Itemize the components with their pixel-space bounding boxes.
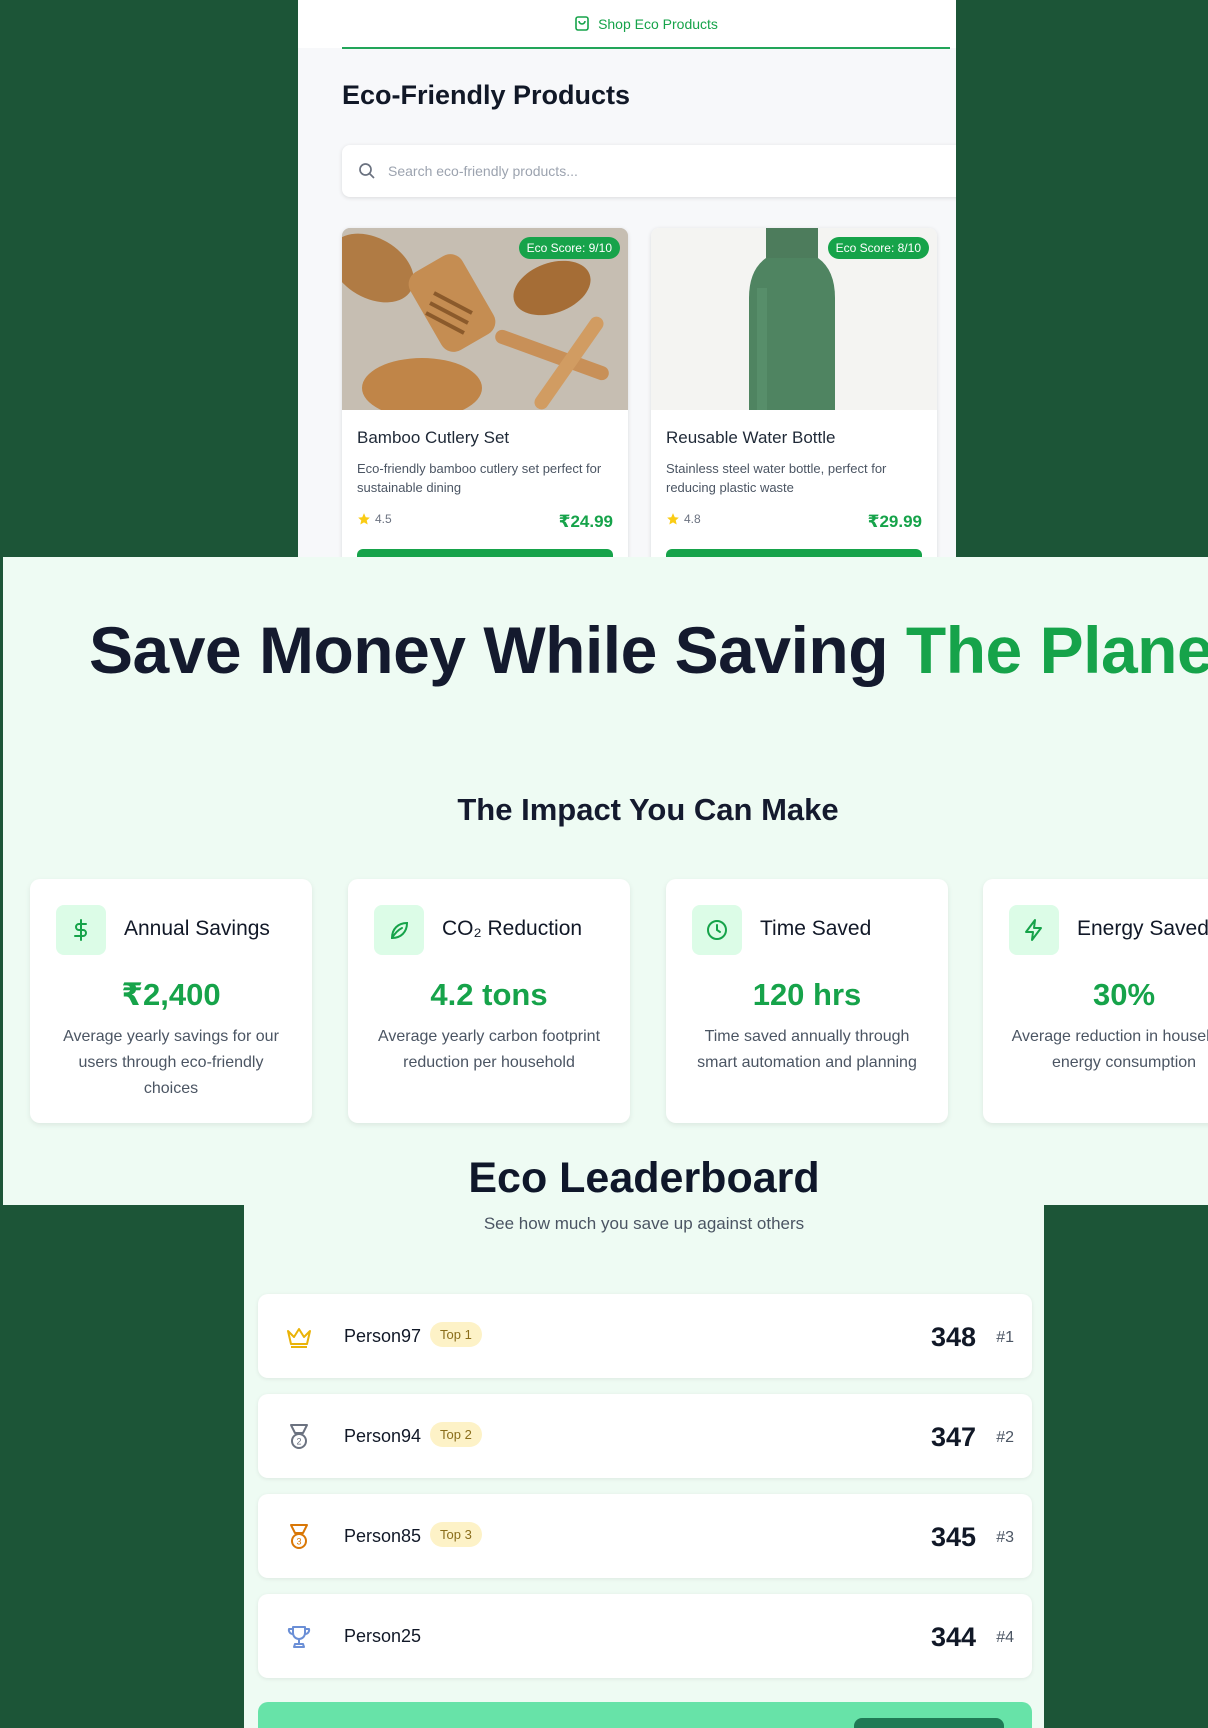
product-name: Bamboo Cutlery Set — [357, 428, 510, 447]
stat-value: 30% — [1092, 977, 1156, 1012]
stat-label: Time Saved — [760, 917, 872, 940]
clock-icon — [692, 905, 742, 955]
eco-score-badge: Eco Score: 8/10 — [827, 237, 929, 259]
top-badge: Top 2 — [430, 1422, 482, 1447]
products-panel: Shop Eco Products Eco-Friendly Products … — [298, 0, 956, 557]
top-badge: Top 1 — [430, 1322, 482, 1347]
rating-value: 4.5 — [375, 512, 392, 526]
product-card[interactable]: Eco Score: 9/10 Bamboo Cutlery Set Eco-f… — [342, 228, 628, 557]
leaf-icon — [374, 905, 424, 955]
lightning-icon — [1009, 905, 1059, 955]
medal-bronze-icon: 3 — [284, 1522, 314, 1552]
product-rating: 4.8 — [666, 512, 701, 526]
dollar-icon — [56, 905, 106, 955]
star-icon — [667, 513, 679, 525]
trophy-icon — [284, 1622, 314, 1652]
eco-score-badge: Eco Score: 9/10 — [518, 237, 620, 259]
stat-value: ₹2,400 — [121, 977, 221, 1012]
stat-description: Average yearly carbon footprint reductio… — [377, 1028, 601, 1071]
leaderboard-subtitle: See how much you save up against others — [483, 1214, 805, 1233]
hero-title-accent: The Planet — [905, 613, 1208, 687]
search-icon — [359, 163, 375, 179]
stat-description: Average yearly savings for our users thr… — [63, 1028, 279, 1097]
leaderboard-name: Person25 — [344, 1626, 422, 1646]
stat-card-annual-savings: Annual Savings ₹2,400 Average yearly sav… — [30, 879, 312, 1123]
leaderboard-rank: #1 — [996, 1329, 1014, 1346]
leaderboard-row[interactable]: Person25 344 #4 — [258, 1594, 1032, 1678]
leaderboard-title: Eco Leaderboard — [468, 1154, 820, 1202]
leaderboard-score: 347 — [930, 1422, 976, 1452]
stat-description: Time saved annually through smart automa… — [697, 1028, 917, 1071]
stat-description: Average reduction in household energy co… — [1011, 1028, 1208, 1071]
product-description: Stainless steel water bottle, perfect fo… — [666, 461, 887, 495]
impact-title: The Impact You Can Make — [457, 792, 839, 827]
shopping-bag-icon — [575, 16, 589, 31]
product-card[interactable]: Eco Score: 8/10 Reusable Water Bottle St… — [651, 228, 937, 557]
leaderboard-rank: #4 — [996, 1629, 1014, 1646]
impact-panel: Save Money While Saving The Planet The I… — [3, 557, 1208, 1205]
leaderboard-name: Person97 — [344, 1326, 422, 1346]
leaderboard-score: 348 — [930, 1322, 976, 1352]
svg-text:3: 3 — [296, 1537, 301, 1547]
product-price: ₹24.99 — [558, 512, 613, 531]
stat-label: Energy Saved — [1077, 917, 1208, 940]
page-title: Eco-Friendly Products — [342, 80, 631, 110]
add-to-cart-button[interactable] — [357, 549, 613, 557]
leaderboard-rank: #3 — [996, 1529, 1014, 1546]
leaderboard-score: 344 — [930, 1622, 976, 1652]
product-rating: 4.5 — [357, 512, 392, 526]
stat-card-energy-saved: Energy Saved 30% Average reduction in ho… — [983, 879, 1208, 1123]
leaderboard-row[interactable]: 3 Person85 Top 3 345 #3 — [258, 1494, 1032, 1578]
stat-label: Annual Savings — [124, 917, 270, 940]
stat-value: 4.2 tons — [430, 977, 548, 1012]
tab-bar: Shop Eco Products — [298, 0, 956, 49]
stat-card-time-saved: Time Saved 120 hrs Time saved annually t… — [666, 879, 948, 1123]
leaderboard-rank: #2 — [996, 1429, 1014, 1446]
leaderboard-row[interactable]: Person97 Top 1 348 #1 — [258, 1294, 1032, 1378]
leaderboard-panel: Eco Leaderboard See how much you save up… — [244, 1148, 1044, 1728]
stat-label: CO₂ Reduction — [442, 917, 583, 940]
leaderboard-name: Person85 — [344, 1526, 422, 1546]
svg-text:2: 2 — [296, 1437, 301, 1447]
search-box[interactable] — [342, 145, 956, 197]
crown-icon — [284, 1322, 314, 1352]
stat-card-co2-reduction: CO₂ Reduction 4.2 tons Average yearly ca… — [348, 879, 630, 1123]
leaderboard-name: Person94 — [344, 1426, 422, 1446]
add-to-cart-button[interactable] — [666, 549, 922, 557]
footer-button[interactable] — [854, 1718, 1004, 1728]
rating-value: 4.8 — [684, 512, 701, 526]
tab-label: Shop Eco Products — [598, 15, 718, 32]
hero-title-main: Save Money While Saving — [89, 613, 906, 687]
search-input[interactable] — [386, 162, 950, 180]
leaderboard-row[interactable]: 2 Person94 Top 2 347 #2 — [258, 1394, 1032, 1478]
product-price: ₹29.99 — [867, 512, 922, 531]
product-name: Reusable Water Bottle — [666, 428, 836, 447]
leaderboard-score: 345 — [930, 1522, 976, 1552]
your-position-row[interactable] — [258, 1702, 1032, 1728]
hero-title: Save Money While Saving The Planet — [89, 612, 1208, 688]
medal-silver-icon: 2 — [284, 1422, 314, 1452]
product-description: Eco-friendly bamboo cutlery set perfect … — [357, 461, 602, 495]
stat-value: 120 hrs — [752, 977, 862, 1012]
top-badge: Top 3 — [430, 1522, 482, 1547]
tab-shop-eco-products[interactable]: Shop Eco Products — [342, 0, 950, 49]
star-icon — [358, 513, 370, 525]
